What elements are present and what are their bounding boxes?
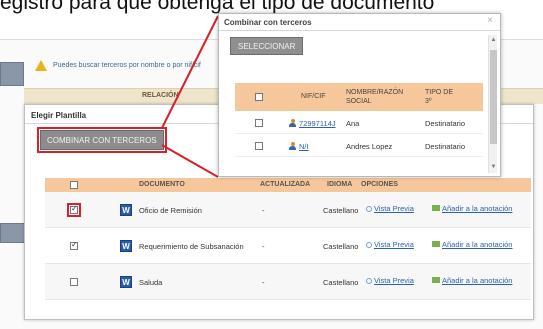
- row-checkbox[interactable]: [70, 240, 78, 250]
- word-document-icon: W: [120, 240, 132, 252]
- tercero-checkbox[interactable]: [255, 142, 263, 150]
- col-idioma: IDIOMA: [327, 181, 353, 188]
- actualizada-value: -: [262, 242, 265, 251]
- popup-divider: [219, 30, 500, 31]
- vista-previa-label: Vista Previa: [374, 240, 414, 249]
- anadir-anotacion-label: Añadir a la anotación: [442, 240, 513, 249]
- vista-previa-link[interactable]: Vista Previa: [366, 276, 414, 285]
- col-nombre: NOMBRE/RAZÓN SOCIAL: [346, 89, 404, 105]
- actualizada-value: -: [262, 206, 265, 215]
- seleccionar-button[interactable]: SELECCIONAR: [230, 37, 304, 55]
- popup-title: Combinar con terceros: [224, 18, 312, 27]
- popup-scrollbar[interactable]: ▲ ▼: [488, 35, 497, 173]
- col-nif: NIF/CIF: [301, 93, 326, 100]
- tercero-nif-link[interactable]: N/I: [299, 142, 309, 151]
- dialog-title: Elegir Plantilla: [31, 111, 87, 120]
- anadir-anotacion-link[interactable]: Añadir a la anotación: [432, 276, 512, 285]
- tercero-tipo: Destinatario: [425, 119, 466, 128]
- combinar-con-terceros-popup: Combinar con terceros × SELECCIONAR NIF/…: [218, 13, 501, 177]
- vista-previa-link[interactable]: Vista Previa: [366, 240, 414, 249]
- tercero-checkbox[interactable]: [255, 119, 263, 127]
- magnifier-icon: [366, 206, 372, 212]
- add-note-icon: [432, 205, 440, 211]
- row-checkbox[interactable]: [70, 278, 78, 286]
- combinar-con-terceros-button[interactable]: COMBINAR CON TERCEROS: [37, 127, 167, 153]
- tercero-row: 72997114J Ana Destinatario: [235, 111, 483, 134]
- tercero-nif-link[interactable]: 72997114J: [299, 119, 336, 128]
- documento-name: Requerimiento de Subsanación: [139, 242, 244, 251]
- scroll-down-icon[interactable]: ▼: [489, 163, 498, 172]
- close-icon[interactable]: ×: [487, 15, 493, 26]
- tercero-row: N/I Andres Lopez Destinatario: [235, 134, 483, 157]
- word-document-icon: W: [120, 276, 132, 288]
- documento-name: Oficio de Remisión: [139, 206, 202, 215]
- idioma-value: Castellano: [323, 206, 359, 215]
- actualizada-value: -: [262, 278, 265, 287]
- idioma-value: Castellano: [323, 278, 359, 287]
- sidebar-toggle-tab-lower[interactable]: [0, 223, 26, 243]
- terceros-table: NIF/CIF NOMBRE/RAZÓN SOCIAL TIPO DE 3º 7…: [235, 83, 483, 157]
- idioma-value: Castellano: [323, 242, 359, 251]
- relacion-label: RELACIÓN: [142, 92, 179, 99]
- documento-name: Saluda: [139, 278, 163, 287]
- person-icon: [289, 119, 296, 127]
- anadir-anotacion-label: Añadir a la anotación: [442, 204, 513, 213]
- sidebar-toggle-tab[interactable]: [0, 62, 24, 86]
- magnifier-icon: [366, 242, 372, 248]
- vista-previa-label: Vista Previa: [374, 204, 414, 213]
- table-row: W Saluda - Castellano Vista Previa Añadi…: [45, 264, 531, 300]
- vista-previa-label: Vista Previa: [374, 276, 414, 285]
- anadir-anotacion-label: Añadir a la anotación: [442, 276, 513, 285]
- col-tipo: TIPO DE 3º: [425, 89, 454, 105]
- table-row: W Oficio de Remisión - Castellano Vista …: [45, 192, 531, 228]
- add-note-icon: [432, 277, 440, 283]
- warning-message: Puedes buscar terceros por nombre o por …: [35, 60, 201, 71]
- terceros-table-header: NIF/CIF NOMBRE/RAZÓN SOCIAL TIPO DE 3º: [235, 83, 483, 111]
- col-opciones: OPCIONES: [361, 181, 398, 188]
- vista-previa-link[interactable]: Vista Previa: [366, 204, 414, 213]
- warning-icon: [35, 60, 47, 71]
- anadir-anotacion-link[interactable]: Añadir a la anotación: [432, 204, 512, 213]
- col-documento: DOCUMENTO: [139, 181, 185, 188]
- scroll-up-icon[interactable]: ▲: [489, 36, 498, 45]
- warning-text: Puedes buscar terceros por nombre o por …: [53, 62, 201, 69]
- table-row: W Requerimiento de Subsanación - Castell…: [45, 228, 531, 264]
- person-icon: [289, 142, 296, 150]
- tercero-nombre: Ana: [346, 119, 360, 128]
- magnifier-icon: [366, 278, 372, 284]
- select-all-terceros-checkbox[interactable]: [255, 93, 263, 101]
- tercero-tipo: Destinatario: [425, 142, 466, 151]
- select-all-checkbox[interactable]: [70, 181, 78, 189]
- scrollbar-thumb[interactable]: [490, 50, 497, 144]
- tercero-nombre: Andres Lopez: [346, 142, 393, 151]
- row-checkbox[interactable]: [67, 203, 81, 217]
- table-header: DOCUMENTO ACTUALIZADA IDIOMA OPCIONES: [45, 178, 531, 192]
- col-actualizada: ACTUALIZADA: [260, 181, 311, 188]
- word-document-icon: W: [120, 204, 132, 216]
- plantillas-table: DOCUMENTO ACTUALIZADA IDIOMA OPCIONES W …: [45, 178, 531, 300]
- add-note-icon: [432, 241, 440, 247]
- anadir-anotacion-link[interactable]: Añadir a la anotación: [432, 240, 512, 249]
